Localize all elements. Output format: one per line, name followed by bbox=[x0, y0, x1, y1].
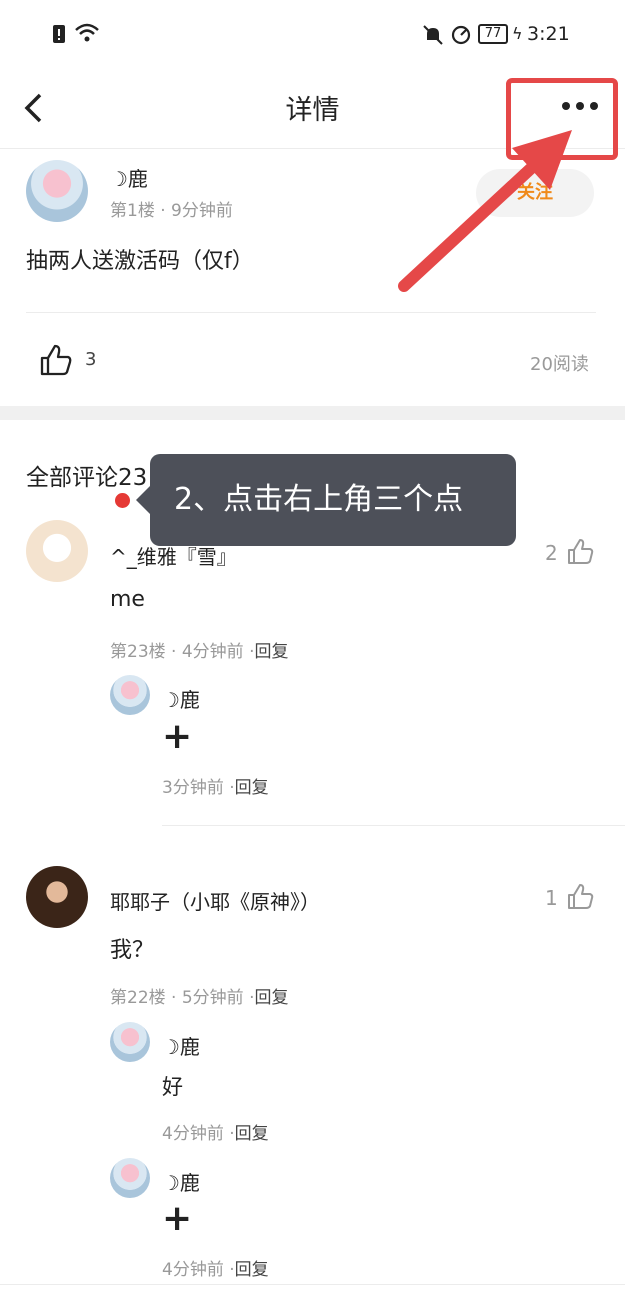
comment-meta: 第23楼 · 4分钟前 ·回复 bbox=[110, 642, 289, 662]
reply-author[interactable]: ☽鹿 bbox=[162, 1031, 200, 1060]
bottom-divider bbox=[0, 1284, 625, 1285]
wifi-icon bbox=[75, 23, 99, 42]
comment-divider bbox=[162, 825, 625, 826]
read-count: 20阅读 bbox=[530, 354, 589, 375]
reply-button[interactable]: 回复 bbox=[235, 1124, 269, 1144]
reply-button[interactable]: 回复 bbox=[235, 778, 269, 798]
reply-content: 好 bbox=[162, 1075, 183, 1099]
reply-content: + bbox=[162, 716, 193, 757]
speed-icon bbox=[451, 25, 471, 45]
tooltip: 2、点击右上角三个点 bbox=[150, 454, 516, 546]
avatar[interactable] bbox=[26, 866, 88, 928]
comment-author[interactable]: 耶耶子（小耶《原神》） bbox=[110, 886, 320, 915]
indicator-dot bbox=[115, 493, 130, 508]
avatar[interactable] bbox=[110, 1022, 150, 1062]
avatar[interactable] bbox=[26, 520, 88, 582]
avatar[interactable] bbox=[110, 675, 150, 715]
status-time: 3:21 bbox=[527, 23, 570, 45]
avatar[interactable] bbox=[110, 1158, 150, 1198]
comment-content: me bbox=[110, 587, 145, 612]
thumbs-up-icon[interactable] bbox=[566, 538, 594, 566]
reply-meta: 4分钟前 ·回复 bbox=[162, 1124, 269, 1144]
reply-meta: 4分钟前 ·回复 bbox=[162, 1260, 269, 1280]
post-author[interactable]: ☽鹿 bbox=[110, 163, 148, 192]
like-count: 3 bbox=[85, 349, 97, 370]
reply-content: + bbox=[162, 1198, 193, 1239]
reply-button[interactable]: 回复 bbox=[254, 988, 288, 1008]
comment-like-count: 2 bbox=[545, 541, 558, 565]
reply-meta: 3分钟前 ·回复 bbox=[162, 778, 269, 798]
mute-icon bbox=[423, 25, 443, 45]
post-content: 抽两人送激活码（仅f） bbox=[26, 249, 254, 274]
comment-content: 我？ bbox=[110, 938, 155, 963]
post-divider bbox=[26, 312, 596, 313]
thumbs-up-icon[interactable] bbox=[566, 883, 594, 911]
avatar[interactable] bbox=[26, 160, 88, 222]
charging-icon: ϟ bbox=[512, 24, 523, 43]
battery-icon: 77 bbox=[478, 24, 508, 44]
thumbs-up-icon[interactable] bbox=[38, 343, 74, 377]
arrow-icon bbox=[398, 130, 572, 292]
sim-icon bbox=[53, 25, 65, 43]
reply-button[interactable]: 回复 bbox=[254, 642, 288, 662]
reply-author[interactable]: ☽鹿 bbox=[162, 684, 200, 713]
post-meta: 第1楼 · 9分钟前 bbox=[110, 201, 233, 221]
reply-author[interactable]: ☽鹿 bbox=[162, 1167, 200, 1196]
section-gap bbox=[0, 406, 625, 420]
comment-meta: 第22楼 · 5分钟前 ·回复 bbox=[110, 988, 289, 1008]
reply-button[interactable]: 回复 bbox=[235, 1260, 269, 1280]
comments-header: 全部评论23 bbox=[26, 465, 148, 491]
comment-like-count: 1 bbox=[545, 886, 558, 910]
status-bar: 77 ϟ 3:21 bbox=[0, 0, 625, 70]
